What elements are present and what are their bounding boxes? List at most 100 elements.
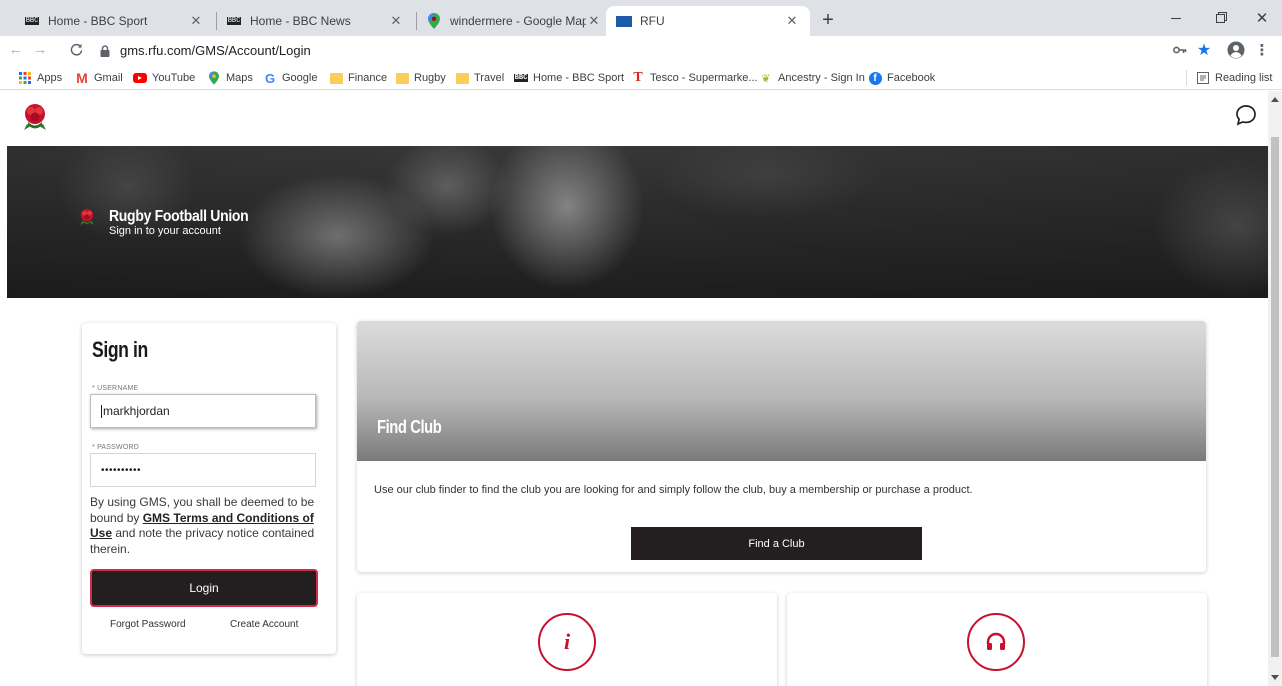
bookmark-apps[interactable]: Apps (18, 70, 62, 86)
forward-button[interactable]: → (30, 40, 50, 60)
close-window-button[interactable]: ✕ (1240, 0, 1282, 36)
username-input[interactable]: markhjordan (90, 394, 316, 428)
bookmark-label: Gmail (94, 72, 123, 84)
tab-rfu[interactable]: RFU ✕ (606, 6, 810, 36)
hero-banner: Rugby Football Union Sign in to your acc… (7, 146, 1268, 298)
bookmark-maps[interactable]: Maps (207, 70, 253, 86)
find-a-club-button[interactable]: Find a Club (631, 527, 922, 560)
close-tab-icon[interactable]: ✕ (784, 13, 800, 29)
close-tab-icon[interactable]: ✕ (388, 13, 404, 29)
reload-button[interactable] (66, 40, 86, 60)
bookmark-label: Maps (226, 72, 253, 84)
tab-title: Home - BBC News (250, 14, 351, 28)
bookmarks-bar: Apps M Gmail YouTube Maps G Google Finan… (0, 66, 1282, 90)
folder-icon (395, 71, 409, 85)
bookmark-star-icon[interactable]: ★ (1194, 40, 1214, 60)
find-club-description: Use our club finder to find the club you… (374, 484, 973, 496)
bookmark-youtube[interactable]: YouTube (133, 70, 195, 86)
address-bar[interactable]: gms.rfu.com/GMS/Account/Login (100, 39, 1180, 61)
new-tab-button[interactable]: + (816, 9, 840, 33)
bbc-icon: BBC (513, 74, 529, 82)
bookmark-folder-finance[interactable]: Finance (329, 70, 387, 86)
bookmark-label: YouTube (152, 72, 196, 84)
bookmark-label: Google (282, 72, 318, 84)
restore-button[interactable] (1198, 0, 1242, 36)
password-value: •••••••••• (101, 464, 142, 476)
rfu-rose-logo[interactable] (22, 102, 48, 137)
bookmark-tesco[interactable]: T Tesco - Supermarke... (631, 70, 758, 86)
profile-icon[interactable] (1226, 40, 1246, 60)
reading-list-button[interactable]: Reading list (1196, 70, 1272, 86)
maps-pin-icon (426, 13, 442, 29)
bbc-icon: BBC (226, 17, 242, 25)
tab-bbc-news[interactable]: BBC Home - BBC News ✕ (216, 6, 414, 36)
scroll-up-icon[interactable] (1271, 97, 1279, 102)
folder-icon (329, 71, 343, 85)
hero-brand: Rugby Football Union Sign in to your acc… (79, 206, 249, 237)
reload-icon (70, 43, 82, 56)
browser-tab-strip: BBC Home - BBC Sport ✕ BBC Home - BBC Ne… (0, 0, 1282, 36)
close-icon: ✕ (1255, 10, 1269, 27)
bookmark-label: Ancestry - Sign In (778, 72, 865, 84)
bookmark-label: Travel (474, 72, 505, 84)
back-button[interactable]: ← (6, 40, 26, 60)
support-card[interactable] (787, 593, 1207, 686)
terms-suffix: and note the privacy notice contained th… (90, 526, 315, 556)
info-card[interactable]: i (357, 593, 777, 686)
page-scrollbar[interactable] (1268, 91, 1282, 686)
hero-title: Rugby Football Union (109, 206, 249, 225)
scroll-down-icon[interactable] (1271, 675, 1279, 680)
ancestry-icon: ❦ (761, 72, 771, 85)
reading-list-icon (1196, 71, 1210, 85)
close-tab-icon[interactable]: ✕ (586, 13, 602, 29)
find-club-card: Find Club Use our club finder to find th… (357, 321, 1206, 572)
bookmark-bbc-sport[interactable]: BBC Home - BBC Sport (513, 70, 625, 86)
bookmark-gmail[interactable]: M Gmail (75, 70, 123, 86)
username-label: * USERNAME (92, 385, 139, 392)
info-glyph: i (563, 629, 571, 654)
password-input[interactable]: •••••••••• (90, 453, 316, 487)
tab-bbc-sport[interactable]: BBC Home - BBC Sport ✕ (14, 6, 214, 36)
username-cursor (101, 404, 102, 418)
bookmark-folder-rugby[interactable]: Rugby (395, 70, 446, 86)
password-label: * PASSWORD (92, 444, 139, 451)
bookmark-label: Apps (37, 72, 63, 84)
menu-icon[interactable]: ⋮ (1252, 40, 1272, 60)
headset-icon (967, 613, 1025, 671)
minimize-button[interactable] (1154, 0, 1198, 36)
bookmark-label: Facebook (887, 72, 936, 84)
restore-icon (1215, 13, 1225, 23)
browser-toolbar: ← → gms.rfu.com/GMS/Account/Login ★ ⋮ (0, 36, 1282, 64)
page-viewport: Rugby Football Union Sign in to your acc… (0, 91, 1268, 686)
maps-pin-icon (207, 71, 221, 85)
bookmark-label: Finance (348, 72, 388, 84)
url-text: gms.rfu.com/GMS/Account/Login (120, 42, 311, 58)
chat-icon[interactable] (1235, 104, 1257, 131)
signin-heading: Sign in (92, 337, 148, 362)
bookmark-label: Tesco - Supermarke... (650, 72, 758, 84)
bookmark-google[interactable]: G Google (263, 70, 318, 86)
bookmark-ancestry[interactable]: ❦ Ancestry - Sign In (759, 70, 865, 86)
tab-title: windermere - Google Maps (450, 14, 586, 28)
close-tab-icon[interactable]: ✕ (188, 13, 204, 29)
terms-text: By using GMS, you shall be deemed to be … (90, 495, 320, 557)
scrollbar-thumb[interactable] (1271, 137, 1279, 657)
tesco-icon: T (633, 70, 643, 85)
hero-subtitle: Sign in to your account (109, 225, 221, 237)
username-value: markhjordan (103, 404, 170, 418)
rfu-icon (616, 13, 632, 29)
create-account-link[interactable]: Create Account (230, 619, 298, 630)
signin-card: Sign in * USERNAME markhjordan * PASSWOR… (82, 323, 336, 654)
tab-title: Home - BBC Sport (48, 14, 148, 28)
youtube-icon (133, 71, 147, 85)
bookmark-label: Home - BBC Sport (533, 72, 625, 84)
bookmark-label: Rugby (414, 72, 446, 84)
gmail-icon: M (76, 70, 88, 86)
lock-icon (100, 44, 112, 57)
forgot-password-link[interactable]: Forgot Password (110, 619, 186, 630)
bookmark-facebook[interactable]: f Facebook (868, 70, 935, 86)
tab-google-maps[interactable]: windermere - Google Maps ✕ (416, 6, 612, 36)
key-icon[interactable] (1170, 40, 1190, 60)
login-button[interactable]: Login (90, 569, 318, 607)
bookmark-folder-travel[interactable]: Travel (455, 70, 504, 86)
